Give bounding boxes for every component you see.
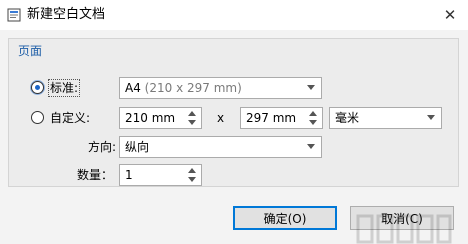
quantity-label: 数量： — [77, 168, 114, 182]
spin-up-icon[interactable] — [188, 168, 196, 173]
width-spinbox[interactable]: 210 mm — [119, 107, 202, 129]
page-groupbox: 页面 标准: A4 (210 x 297 mm) 自定义: 210 mm x 2… — [8, 38, 459, 187]
orientation-value: 纵向 — [125, 140, 150, 154]
chevron-down-icon — [307, 144, 315, 149]
group-title: 页面 — [18, 44, 43, 58]
document-app-icon — [7, 8, 21, 22]
unit-value: 毫米 — [335, 111, 360, 125]
spin-down-icon[interactable] — [309, 120, 317, 125]
quantity-value: 1 — [125, 168, 133, 182]
dimension-separator: x — [217, 111, 225, 125]
title-bar: 新建空白文档 ✕ — [0, 0, 468, 30]
paper-size-value: A4 (210 x 297 mm) — [125, 81, 242, 95]
unit-select[interactable]: 毫米 — [329, 107, 442, 129]
close-button[interactable]: ✕ — [432, 0, 468, 30]
ok-button[interactable]: 确定(O) — [233, 206, 337, 230]
custom-radio[interactable] — [31, 111, 44, 124]
chevron-down-icon — [307, 85, 315, 90]
paper-size-select[interactable]: A4 (210 x 297 mm) — [119, 77, 322, 99]
orientation-label: 方向: — [88, 140, 117, 154]
close-icon: ✕ — [443, 6, 457, 24]
standard-label[interactable]: 标准: — [47, 79, 81, 97]
width-value: 210 mm — [125, 111, 176, 125]
height-value: 297 mm — [246, 111, 297, 125]
spin-down-icon[interactable] — [188, 177, 196, 182]
custom-label[interactable]: 自定义: — [50, 111, 90, 125]
chevron-down-icon — [427, 115, 435, 120]
watermark-logo — [356, 214, 452, 244]
height-spinbox[interactable]: 297 mm — [240, 107, 323, 129]
spin-up-icon[interactable] — [309, 111, 317, 116]
window-title: 新建空白文档 — [27, 7, 106, 22]
quantity-spinbox[interactable]: 1 — [119, 164, 202, 186]
standard-radio[interactable] — [31, 81, 44, 94]
dialog-content: 页面 标准: A4 (210 x 297 mm) 自定义: 210 mm x 2… — [0, 30, 468, 244]
spin-up-icon[interactable] — [188, 111, 196, 116]
new-blank-document-dialog: 新建空白文档 ✕ 页面 标准: A4 (210 x 297 mm) 自定义: 2… — [0, 0, 468, 244]
spin-down-icon[interactable] — [188, 120, 196, 125]
orientation-select[interactable]: 纵向 — [119, 136, 322, 158]
